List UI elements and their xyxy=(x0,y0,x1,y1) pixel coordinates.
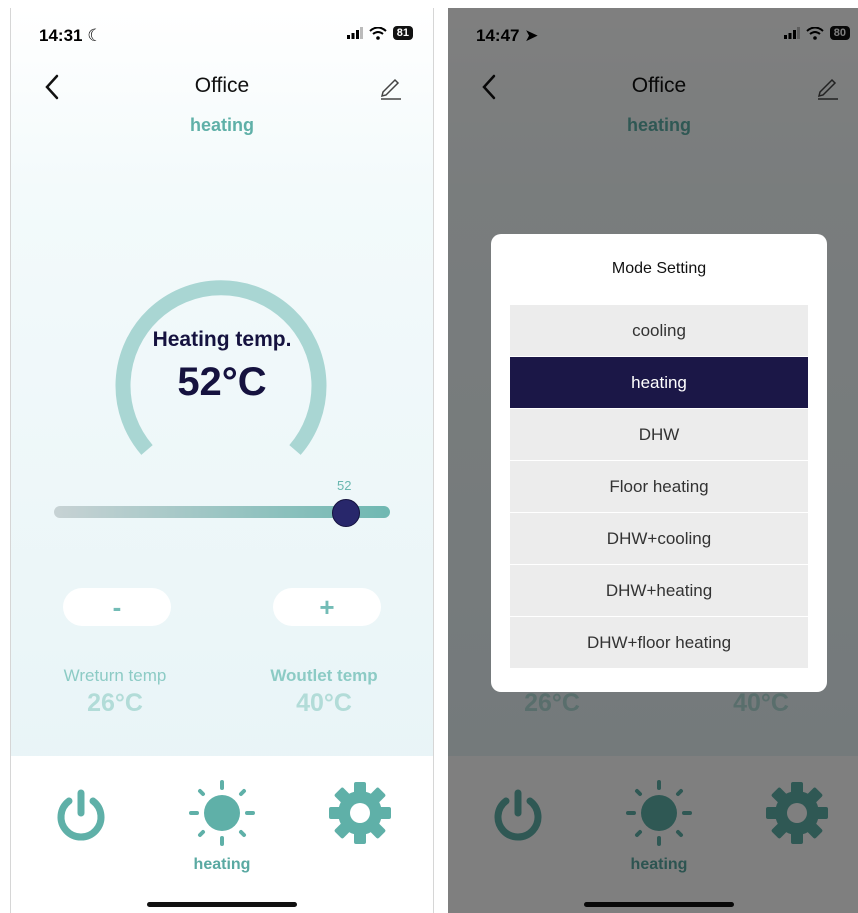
gauge-value: 52°C xyxy=(177,360,267,404)
outlet-temp-value: 40°C xyxy=(296,689,352,717)
return-temp-label: Wreturn temp xyxy=(63,666,167,685)
phone-screen-main: 14:31 ☾ 81 Office heating Heating temp. … xyxy=(10,8,434,913)
return-temp-value: 26°C xyxy=(87,689,143,717)
power-icon[interactable] xyxy=(51,785,111,845)
wifi-icon xyxy=(369,26,387,40)
decrease-button[interactable]: - xyxy=(63,588,171,626)
slider-thumb[interactable] xyxy=(332,499,361,527)
status-icons: 81 xyxy=(346,26,413,40)
gauge-label: Heating temp. xyxy=(152,328,292,351)
page-title: Office xyxy=(194,74,250,97)
slider-value-label: 52 xyxy=(337,478,352,493)
mode-option[interactable]: DHW+cooling xyxy=(510,513,808,565)
mode-option[interactable]: cooling xyxy=(510,305,808,357)
mode-option[interactable]: DHW+heating xyxy=(510,565,808,617)
phone-screen-mode-dialog: 14:47 ➤ 80 Office heating 26°C 40°C xyxy=(448,8,858,913)
home-indicator[interactable] xyxy=(147,902,297,907)
mode-setting-dialog: Mode Setting cooling heating DHW Floor heat… xyxy=(491,234,827,692)
mode-option[interactable]: DHW+floor heating xyxy=(510,617,808,669)
nav-mode-label: heating xyxy=(193,856,251,873)
sun-icon[interactable] xyxy=(187,778,257,848)
battery-icon: 81 xyxy=(392,26,413,40)
moon-icon: ☾ xyxy=(87,26,103,45)
signal-icon xyxy=(346,27,363,39)
mode-option[interactable]: DHW xyxy=(510,409,808,461)
mode-option[interactable]: Floor heating xyxy=(510,461,808,513)
increase-button[interactable]: + xyxy=(273,588,381,626)
outlet-temp-label: Woutlet temp xyxy=(270,666,378,685)
mode-option[interactable]: heating xyxy=(510,357,808,409)
gear-icon[interactable] xyxy=(327,780,393,846)
mode-subtitle: heating xyxy=(189,115,254,135)
status-time: 14:31 ☾ xyxy=(39,26,103,45)
mode-option-list: cooling heating DHW Floor heating DHW+coolin… xyxy=(510,305,808,669)
edit-pencil-icon[interactable] xyxy=(379,74,403,100)
dialog-title: Mode Setting xyxy=(611,260,707,277)
